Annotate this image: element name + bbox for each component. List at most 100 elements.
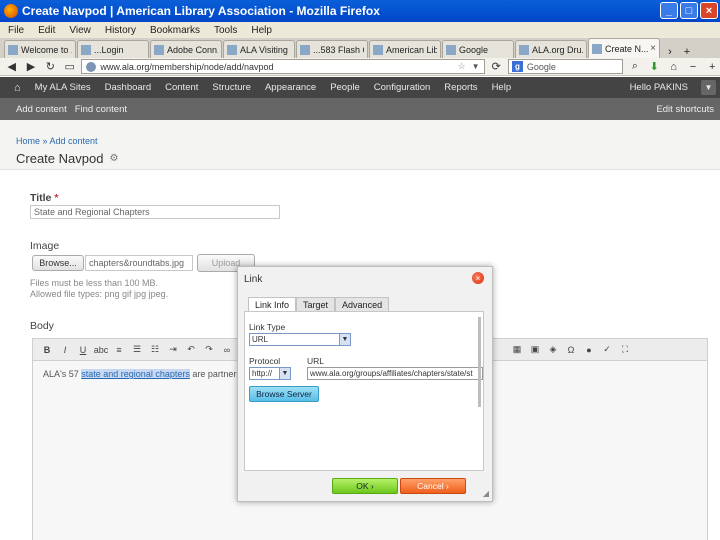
gear-icon[interactable]: ⚙: [109, 153, 118, 164]
breadcrumb[interactable]: Home » Add content: [16, 136, 98, 146]
back-icon[interactable]: ◀: [4, 60, 19, 74]
shortcuts-bar: Add content Find content Edit shortcuts: [0, 98, 720, 120]
close-icon[interactable]: ×: [472, 272, 484, 284]
toolbar-content[interactable]: Content: [165, 82, 198, 93]
link-icon[interactable]: ∞: [221, 344, 233, 356]
numbered-list-icon[interactable]: ☷: [149, 344, 161, 356]
browser-tab[interactable]: American Libr...: [369, 40, 441, 58]
title-input[interactable]: State and Regional Chapters: [30, 205, 280, 219]
home-icon[interactable]: ⌂: [666, 60, 681, 74]
resize-grip-icon[interactable]: ◢: [483, 489, 489, 498]
zoom-out-icon[interactable]: −: [685, 60, 700, 74]
spellcheck-icon[interactable]: ✓: [601, 344, 613, 356]
forward-icon[interactable]: ▶: [23, 60, 38, 74]
iframe-icon[interactable]: ●: [583, 344, 595, 356]
toolbar-people[interactable]: People: [330, 82, 360, 93]
protocol-label: Protocol: [249, 356, 281, 366]
indent-icon[interactable]: ⇥: [167, 344, 179, 356]
toolbar-appearance[interactable]: Appearance: [265, 82, 316, 93]
google-icon: g: [511, 61, 523, 72]
browse-server-button[interactable]: Browse Server: [249, 386, 319, 402]
toolbar-configuration[interactable]: Configuration: [374, 82, 431, 93]
bold-icon[interactable]: B: [41, 344, 53, 356]
cancel-button[interactable]: Cancel ›: [400, 478, 466, 494]
page-icon: [227, 44, 237, 55]
google-icon: [446, 44, 456, 55]
minimize-button[interactable]: _: [660, 2, 678, 19]
flash-icon[interactable]: ◈: [547, 344, 559, 356]
page-icon: [154, 44, 164, 55]
tab-target[interactable]: Target: [296, 297, 336, 311]
bulleted-list-icon[interactable]: ☰: [131, 344, 143, 356]
maximize-button[interactable]: □: [680, 2, 698, 19]
file-size-help: Files must be less than 100 MB.: [30, 278, 159, 288]
refresh-icon[interactable]: ⟳: [489, 60, 504, 74]
menu-history[interactable]: History: [105, 25, 136, 36]
ok-button[interactable]: OK ›: [332, 478, 398, 494]
download-icon[interactable]: ⬇: [647, 60, 662, 74]
user-greeting[interactable]: Hello PAKINS: [630, 82, 688, 93]
search-icon[interactable]: ⌕: [627, 60, 642, 74]
panel-scrollbar[interactable]: [478, 317, 481, 407]
toolbar-reports[interactable]: Reports: [444, 82, 477, 93]
window-titlebar: Create Navpod | American Library Associa…: [0, 0, 720, 22]
link-type-select[interactable]: URL ▼: [249, 333, 351, 346]
search-bar[interactable]: g Google: [507, 59, 624, 74]
page-title-text: Create Navpod: [16, 151, 104, 166]
browser-tab[interactable]: ALA.org Dru...: [515, 40, 587, 58]
close-tab-icon[interactable]: ×: [650, 43, 656, 54]
browser-tab[interactable]: ...Login: [77, 40, 149, 58]
toolbar-toggle-icon[interactable]: ▼: [701, 80, 716, 95]
tab-advanced[interactable]: Advanced: [335, 297, 390, 311]
menu-help[interactable]: Help: [251, 25, 272, 36]
maximize-editor-icon[interactable]: ⛶: [619, 344, 631, 356]
shortcut-find-content[interactable]: Find content: [75, 104, 127, 115]
browse-button[interactable]: Browse...: [32, 255, 84, 271]
image-label: Image: [30, 240, 60, 252]
page-icon: [81, 44, 91, 55]
toolbar-dashboard[interactable]: Dashboard: [105, 82, 151, 93]
toolbar-my-ala-sites[interactable]: My ALA Sites: [35, 82, 91, 93]
protocol-select[interactable]: http:// ▼: [249, 367, 291, 380]
menu-file[interactable]: File: [8, 25, 24, 36]
redo-icon[interactable]: ↷: [203, 344, 215, 356]
url-dropdown-icon[interactable]: ▼: [472, 62, 480, 71]
selected-link-text[interactable]: state and regional chapters: [81, 369, 190, 379]
url-input[interactable]: www.ala.org/groups/affiliates/chapters/s…: [307, 367, 483, 380]
browser-tab[interactable]: ALA Visiting L...: [223, 40, 295, 58]
toolbar-help[interactable]: Help: [492, 82, 512, 93]
bookmark-star-icon[interactable]: ☆: [457, 61, 465, 72]
strikethrough-icon[interactable]: abc: [94, 344, 109, 356]
underline-icon[interactable]: U: [77, 344, 89, 356]
align-left-icon[interactable]: ≡: [113, 344, 125, 356]
tab-scroll-right-icon[interactable]: ›: [663, 46, 677, 58]
browser-tab-active[interactable]: Create N... ×: [588, 38, 660, 58]
reload-icon[interactable]: ↻: [43, 60, 58, 74]
shortcut-add-content[interactable]: Add content: [16, 104, 67, 115]
menu-tools[interactable]: Tools: [214, 25, 237, 36]
table-icon[interactable]: ▦: [511, 344, 523, 356]
toolbar-structure[interactable]: Structure: [212, 82, 251, 93]
special-char-icon[interactable]: Ω: [565, 344, 577, 356]
browser-tab[interactable]: Welcome to ...: [4, 40, 76, 58]
new-tab-icon[interactable]: +: [680, 46, 694, 58]
ok-label: OK: [356, 481, 369, 491]
edit-shortcuts-link[interactable]: Edit shortcuts: [656, 104, 714, 115]
menu-bookmarks[interactable]: Bookmarks: [150, 25, 200, 36]
file-path-field[interactable]: chapters&roundtabs.jpg: [85, 255, 193, 271]
editor-content[interactable]: ALA's 57 state and regional chapters are…: [43, 369, 250, 379]
home-icon[interactable]: ⌂: [14, 82, 21, 94]
zoom-in-icon[interactable]: +: [705, 60, 720, 74]
tab-link-info[interactable]: Link Info: [248, 297, 297, 311]
image-icon[interactable]: ▣: [529, 344, 541, 356]
print-icon[interactable]: ▭: [62, 60, 77, 74]
browser-tab[interactable]: Adobe Conn...: [150, 40, 222, 58]
browser-tab[interactable]: ...583 Flash Ch...: [296, 40, 368, 58]
italic-icon[interactable]: I: [59, 344, 71, 356]
menu-view[interactable]: View: [69, 25, 91, 36]
browser-tab[interactable]: Google: [442, 40, 514, 58]
close-button[interactable]: ×: [700, 2, 718, 19]
undo-icon[interactable]: ↶: [185, 344, 197, 356]
url-bar[interactable]: www.ala.org/membership/node/add/navpod ☆…: [81, 59, 485, 74]
menu-edit[interactable]: Edit: [38, 25, 55, 36]
